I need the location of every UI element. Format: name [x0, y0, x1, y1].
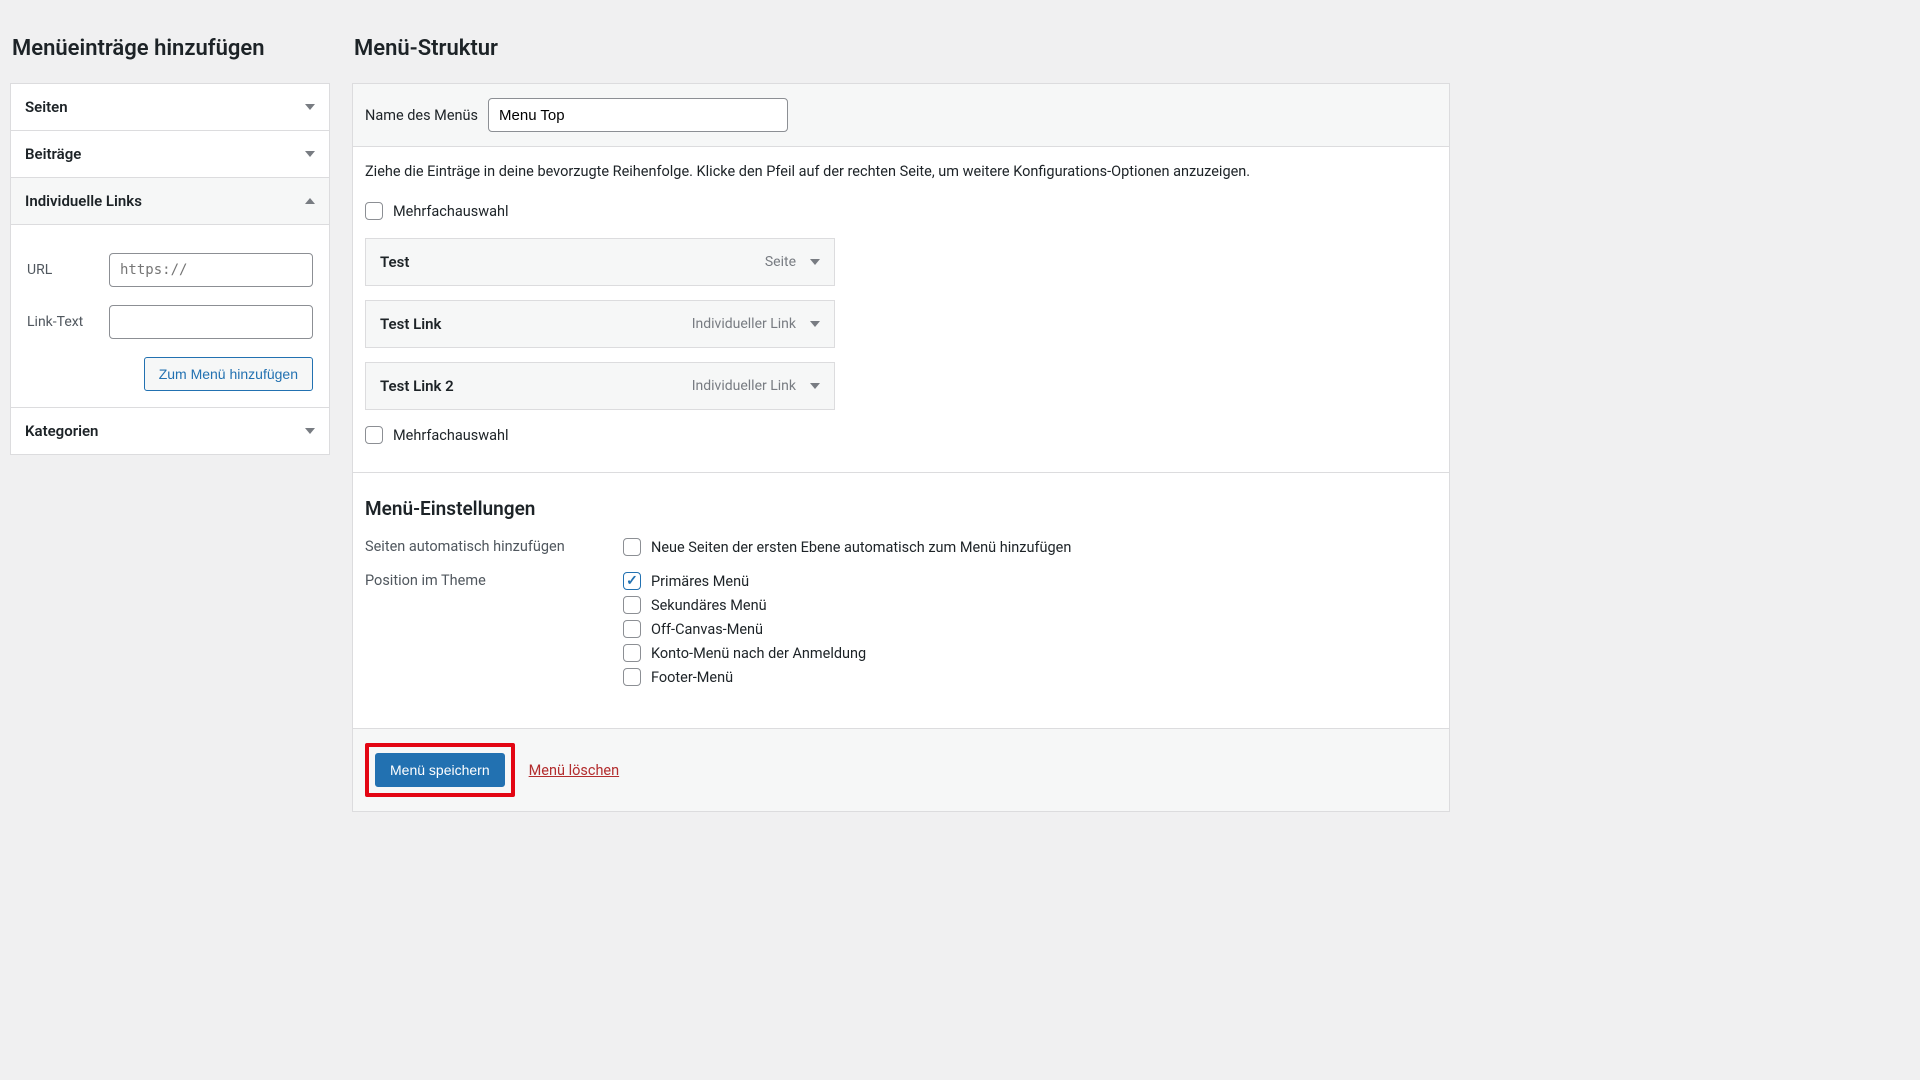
drag-instructions: Ziehe die Einträge in deine bevorzugte R…: [365, 163, 1437, 180]
add-items-heading: Menüeinträge hinzufügen: [12, 36, 330, 61]
chevron-down-icon: [305, 104, 315, 110]
accordion-custom-links[interactable]: Individuelle Links: [11, 178, 329, 225]
menu-item-title: Test Link 2: [380, 377, 454, 395]
location-label: Konto-Menü nach der Anmeldung: [651, 645, 866, 662]
accordion-custom-links-label: Individuelle Links: [25, 192, 142, 210]
custom-links-body: URL Link-Text Zum Menü hinzufügen: [11, 225, 329, 408]
menu-item-type: Individueller Link: [692, 378, 796, 394]
bulk-select-label: Mehrfachauswahl: [393, 427, 509, 444]
menu-name-label: Name des Menüs: [365, 107, 478, 124]
location-label: Footer-Menü: [651, 669, 733, 686]
delete-menu-link[interactable]: Menü löschen: [529, 762, 620, 779]
chevron-down-icon: [305, 151, 315, 157]
menu-item[interactable]: Test Link Individueller Link: [365, 300, 835, 348]
location-checkbox-offcanvas[interactable]: [623, 620, 641, 638]
accordion-posts-label: Beiträge: [25, 145, 81, 163]
chevron-down-icon[interactable]: [810, 321, 820, 327]
linktext-input[interactable]: [109, 305, 313, 339]
url-input[interactable]: [109, 253, 313, 287]
auto-add-option-label: Neue Seiten der ersten Ebene automatisch…: [651, 539, 1071, 556]
accordion-categories-label: Kategorien: [25, 422, 98, 440]
accordion-pages-label: Seiten: [25, 98, 68, 116]
save-highlight: Menü speichern: [365, 743, 515, 797]
url-label: URL: [27, 262, 109, 278]
chevron-down-icon[interactable]: [810, 259, 820, 265]
linktext-label: Link-Text: [27, 314, 109, 330]
location-checkbox-primary[interactable]: [623, 572, 641, 590]
menu-item-type: Individueller Link: [692, 316, 796, 332]
auto-add-label: Seiten automatisch hinzufügen: [365, 538, 623, 562]
auto-add-checkbox[interactable]: [623, 538, 641, 556]
location-checkbox-secondary[interactable]: [623, 596, 641, 614]
chevron-up-icon: [305, 198, 315, 204]
menu-item[interactable]: Test Link 2 Individueller Link: [365, 362, 835, 410]
accordion-pages[interactable]: Seiten: [11, 84, 329, 131]
chevron-down-icon: [305, 428, 315, 434]
chevron-down-icon[interactable]: [810, 383, 820, 389]
accordion-categories[interactable]: Kategorien: [11, 408, 329, 454]
bulk-select-checkbox-top[interactable]: [365, 202, 383, 220]
accordion-posts[interactable]: Beiträge: [11, 131, 329, 178]
location-label: Off-Canvas-Menü: [651, 621, 763, 638]
menu-name-input[interactable]: [488, 98, 788, 132]
location-label: Primäres Menü: [651, 573, 749, 590]
add-items-accordion: Seiten Beiträge Individuelle Links URL L…: [10, 83, 330, 455]
add-to-menu-button[interactable]: Zum Menü hinzufügen: [144, 357, 313, 391]
separator: [353, 472, 1449, 473]
location-checkbox-footer[interactable]: [623, 668, 641, 686]
menu-item-type: Seite: [765, 254, 796, 270]
theme-location-label: Position im Theme: [365, 572, 623, 692]
bulk-select-label: Mehrfachauswahl: [393, 203, 509, 220]
save-menu-button[interactable]: Menü speichern: [375, 753, 505, 787]
menu-panel: Name des Menüs Ziehe die Einträge in dei…: [352, 83, 1450, 812]
menu-item[interactable]: Test Seite: [365, 238, 835, 286]
menu-settings-heading: Menü-Einstellungen: [365, 497, 1437, 520]
menu-item-title: Test Link: [380, 315, 441, 333]
location-checkbox-account[interactable]: [623, 644, 641, 662]
structure-heading: Menü-Struktur: [354, 36, 1450, 61]
bulk-select-checkbox-bottom[interactable]: [365, 426, 383, 444]
location-label: Sekundäres Menü: [651, 597, 767, 614]
menu-item-title: Test: [380, 253, 409, 271]
